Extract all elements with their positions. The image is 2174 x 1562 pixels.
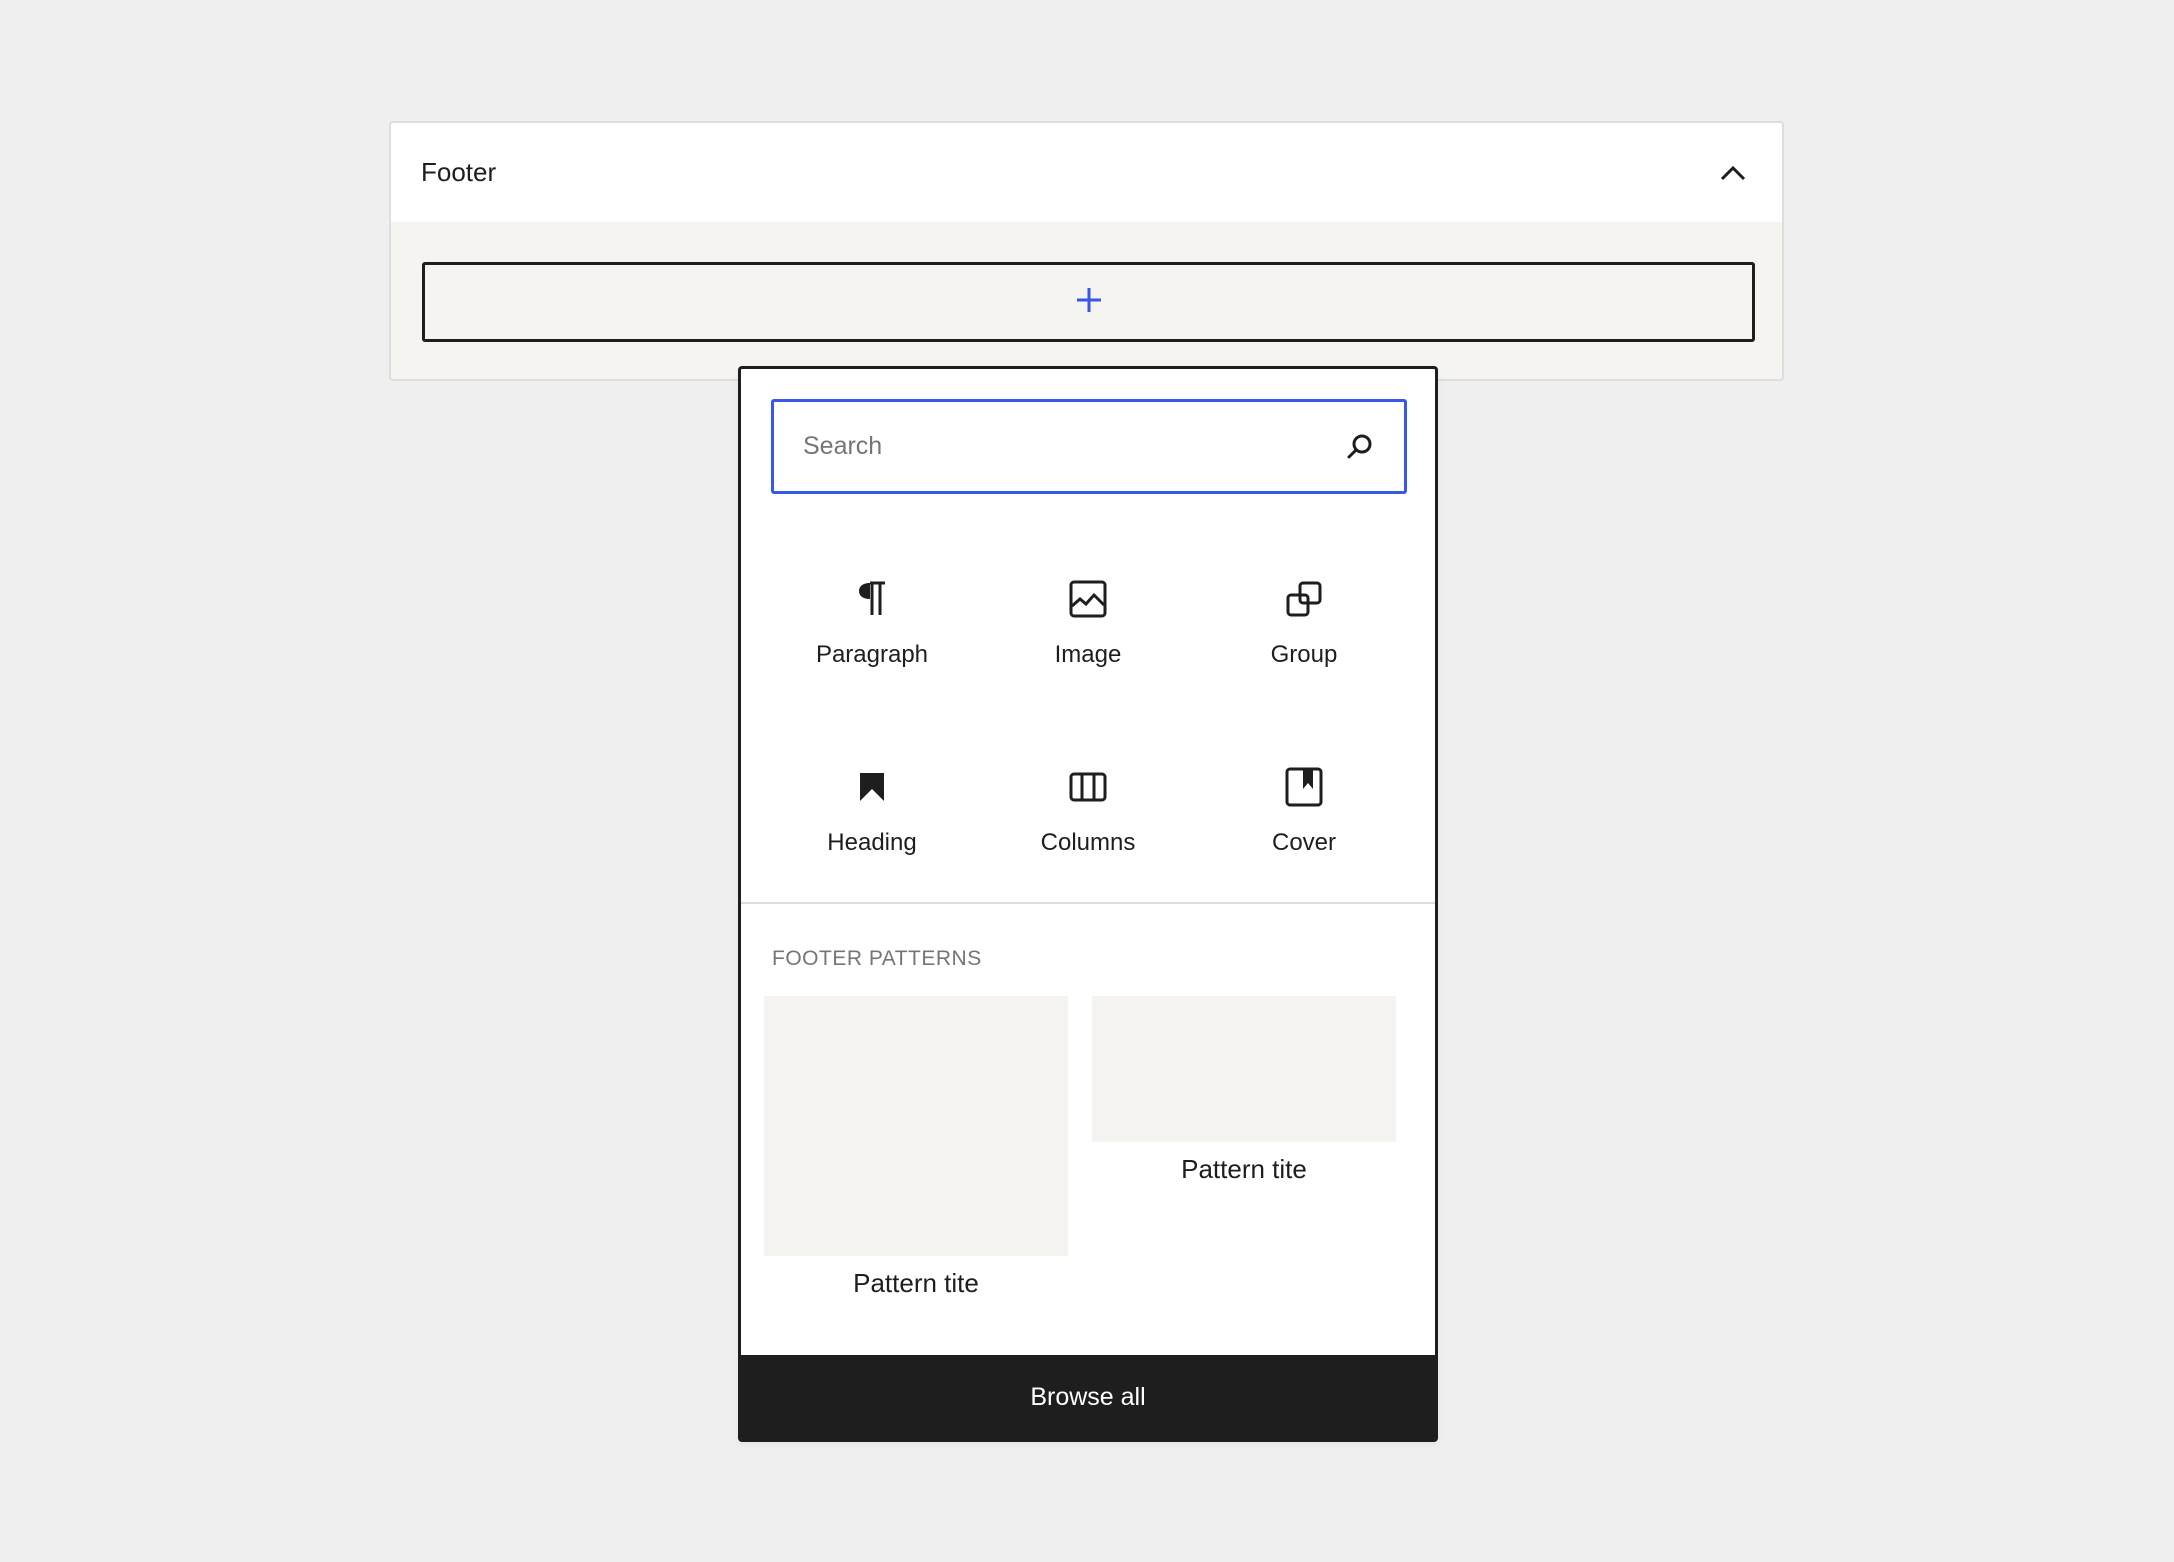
image-icon <box>1068 579 1108 619</box>
block-grid: Paragraph Image Group Heading Columns Co… <box>741 529 1435 905</box>
block-label: Heading <box>827 829 917 856</box>
pattern-label: Pattern tite <box>853 1268 979 1298</box>
panel-title: Footer <box>421 157 497 187</box>
panel-header: Footer <box>391 123 1782 222</box>
block-label: Cover <box>1271 829 1337 856</box>
block-cover[interactable]: Cover <box>1196 717 1412 905</box>
pattern-item[interactable]: Pattern tite <box>1092 996 1396 1185</box>
pattern-label: Pattern tite <box>1181 1154 1307 1184</box>
patterns-section-title: FOOTER PATTERNS <box>772 947 982 970</box>
columns-icon <box>1068 767 1108 807</box>
pattern-thumbnail <box>1092 996 1396 1142</box>
block-label: Columns <box>1040 829 1136 856</box>
block-image[interactable]: Image <box>980 529 1196 717</box>
plus-icon <box>1076 287 1102 318</box>
browse-all-button[interactable]: Browse all <box>741 1355 1435 1439</box>
block-label: Paragraph <box>815 641 929 668</box>
heading-icon <box>852 767 892 807</box>
group-icon <box>1284 579 1324 619</box>
search-input[interactable] <box>803 432 1342 461</box>
search-field[interactable] <box>771 399 1407 494</box>
block-columns[interactable]: Columns <box>980 717 1196 905</box>
block-paragraph[interactable]: Paragraph <box>764 529 980 717</box>
pattern-thumbnail <box>764 996 1068 1256</box>
block-heading[interactable]: Heading <box>764 717 980 905</box>
search-icon[interactable] <box>1342 429 1378 465</box>
block-label: Image <box>1054 641 1122 668</box>
cover-icon <box>1284 767 1324 807</box>
paragraph-icon <box>852 579 892 619</box>
footer-panel: Footer <box>389 121 1784 381</box>
divider <box>741 902 1435 904</box>
pattern-item[interactable]: Pattern tite <box>764 996 1068 1299</box>
block-label: Group <box>1270 641 1338 668</box>
block-group[interactable]: Group <box>1196 529 1412 717</box>
block-inserter-popover: Paragraph Image Group Heading <box>738 366 1438 1442</box>
chevron-up-icon[interactable] <box>1716 156 1750 190</box>
add-block-button[interactable] <box>422 262 1755 342</box>
